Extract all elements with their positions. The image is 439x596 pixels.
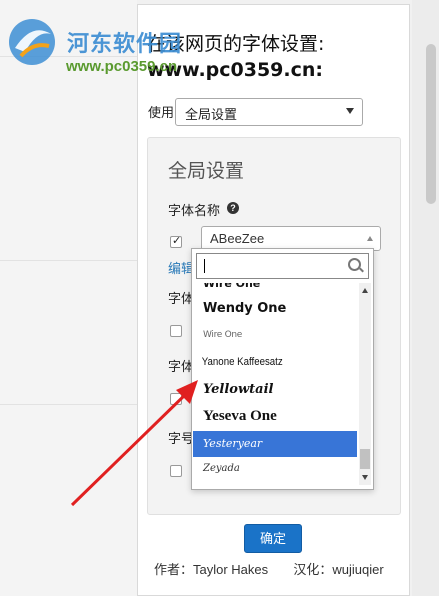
scroll-thumb[interactable] xyxy=(360,449,370,469)
font-option-wendy-one[interactable]: Wendy One xyxy=(193,297,357,321)
font-option-zeyada[interactable]: Zeyada xyxy=(193,457,357,481)
background-page-left xyxy=(0,0,137,596)
logo-url: www.pc0359.cn xyxy=(66,58,178,75)
font-size-checkbox[interactable] xyxy=(170,465,182,477)
font-option-yanone-kaffeesatz[interactable]: Yanone Kaffeesatz xyxy=(193,349,337,375)
credits: 作者：Taylor Hakes 汉化：wujiuqier xyxy=(154,559,384,578)
help-icon[interactable]: ? xyxy=(227,202,239,214)
font-name-label: 字体名称 xyxy=(168,203,221,218)
author-credit: 作者：Taylor Hakes xyxy=(154,562,269,577)
font-dropdown: Wire One Wendy One Wire One Yanone Kaffe… xyxy=(191,248,374,490)
scroll-up-icon[interactable] xyxy=(362,288,368,293)
font-weight-checkbox[interactable] xyxy=(170,325,182,337)
font-name-checkbox[interactable] xyxy=(170,234,182,248)
font-option-list: Wire One Wendy One Wire One Yanone Kaffe… xyxy=(193,283,357,483)
font-option-partial[interactable]: Wire One xyxy=(193,283,357,291)
font-option-yesteryear[interactable]: Yesteryear xyxy=(193,431,357,457)
font-family-select-value: ABeeZee xyxy=(210,231,265,246)
font-option-wire-one[interactable]: Wire One xyxy=(193,323,357,347)
font-style-checkbox[interactable] xyxy=(170,393,182,405)
use-label: 使用 xyxy=(148,105,175,120)
page-scrollbar[interactable] xyxy=(426,44,436,204)
caret-down-icon xyxy=(346,108,354,114)
font-option-yeseva-one[interactable]: Yeseva One xyxy=(193,403,357,429)
watermark-logo: 河东软件园 www.pc0359.cn xyxy=(3,12,203,78)
confirm-button[interactable]: 确定 xyxy=(244,524,302,553)
dropdown-scrollbar[interactable] xyxy=(359,283,371,485)
text-cursor xyxy=(204,259,205,273)
scope-select[interactable]: 全局设置 xyxy=(175,98,363,126)
logo-title: 河东软件园 xyxy=(67,31,183,56)
scroll-down-icon[interactable] xyxy=(362,475,368,480)
panel-title: 全局设置 xyxy=(168,161,245,182)
font-option-yellowtail[interactable]: Yellowtail xyxy=(193,377,357,403)
search-icon xyxy=(348,258,361,271)
caret-up-icon xyxy=(367,236,373,241)
logo-icon xyxy=(9,19,55,65)
scope-select-value: 全局设置 xyxy=(185,107,238,122)
font-search-input[interactable] xyxy=(196,253,369,279)
translator-credit: 汉化：wujiuqier xyxy=(293,562,384,577)
